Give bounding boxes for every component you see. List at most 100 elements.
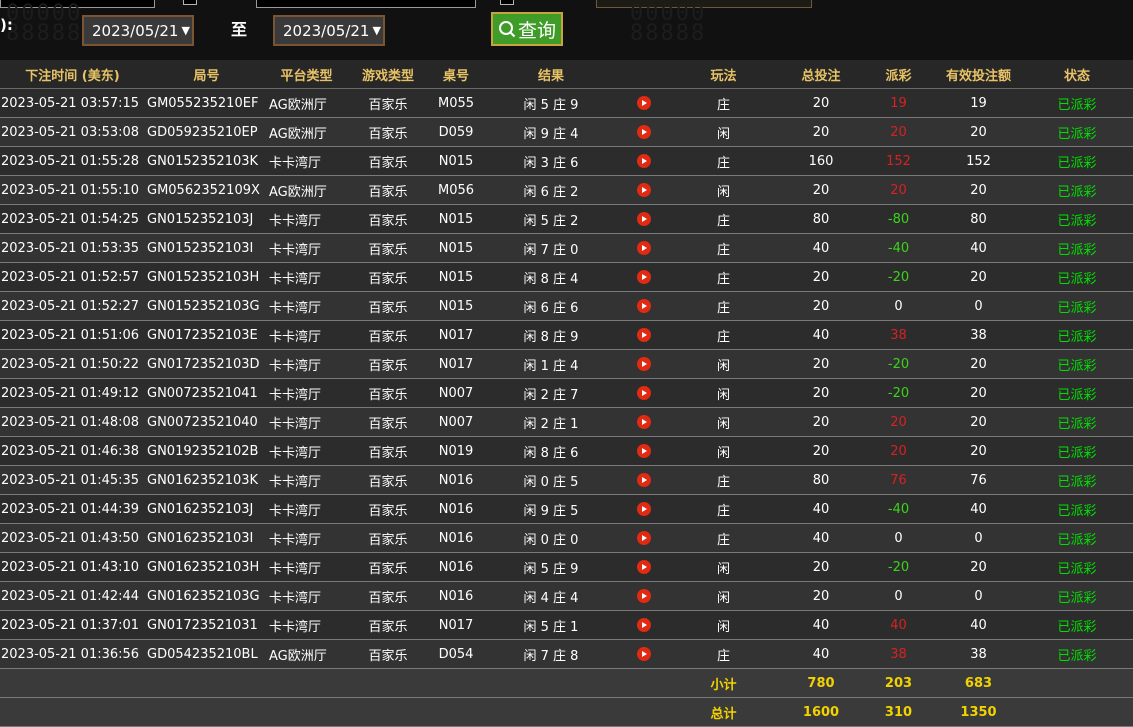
platform-cell: 卡卡湾厅 [268, 146, 345, 176]
total-bet-cell: 80 [781, 465, 861, 495]
bet-time-cell: 2023-05-21 01:55:10 [0, 175, 145, 205]
table-row: 2023-05-21 01:55:28 GN0152352103K 卡卡湾厅 百家乐 N… [0, 146, 1133, 176]
query-button[interactable]: 查询 [491, 12, 563, 46]
replay-cell [621, 494, 666, 524]
play-icon[interactable] [636, 328, 651, 342]
column-header-status[interactable]: 状态 [1021, 60, 1133, 89]
chevron-down-icon: ▼ [181, 24, 190, 37]
table-row: 2023-05-21 01:37:01 GN01723521031 卡卡湾厅 百家乐 N… [0, 610, 1133, 640]
subtotal-valid-bet: 683 [936, 668, 1021, 698]
total-bet-cell: 20 [781, 88, 861, 118]
column-header-result[interactable]: 结果 [481, 60, 621, 89]
payout-cell: 38 [861, 320, 936, 350]
play-icon[interactable] [636, 560, 651, 574]
play-icon[interactable] [636, 299, 651, 313]
round-no-cell: GN0172352103D [145, 349, 268, 379]
play-icon[interactable] [636, 212, 651, 226]
column-header-bet-time[interactable]: 下注时间 (美东) [0, 60, 145, 89]
status-cell: 已派彩 [1021, 581, 1133, 611]
play-icon[interactable] [636, 415, 651, 429]
table-no-cell: N015 [431, 146, 481, 176]
round-no-cell: GN0162352103H [145, 552, 268, 582]
play-icon[interactable] [636, 618, 651, 632]
column-header-table-no[interactable]: 桌号 [431, 60, 481, 89]
replay-cell [621, 262, 666, 292]
valid-bet-cell: 20 [936, 262, 1021, 292]
payout-cell: 20 [861, 436, 936, 466]
game-type-cell: 百家乐 [345, 88, 431, 118]
bet-time-cell: 2023-05-21 01:53:35 [0, 233, 145, 263]
round-no-cell: GN0152352103I [145, 233, 268, 263]
valid-bet-cell: 40 [936, 233, 1021, 263]
total-bet-cell: 160 [781, 146, 861, 176]
platform-cell: 卡卡湾厅 [268, 581, 345, 611]
payout-cell: -20 [861, 262, 936, 292]
start-date-value: 2023/05/21 [92, 21, 179, 40]
filter-checkbox-2[interactable] [500, 0, 514, 5]
status-cell: 已派彩 [1021, 146, 1133, 176]
filter-input-2[interactable] [256, 0, 476, 8]
play-icon[interactable] [636, 531, 651, 545]
column-header-payout[interactable]: 派彩 [861, 60, 936, 89]
column-header-platform[interactable]: 平台类型 [268, 60, 345, 89]
valid-bet-cell: 0 [936, 523, 1021, 553]
status-cell: 已派彩 [1021, 407, 1133, 437]
column-header-round-no[interactable]: 局号 [145, 60, 268, 89]
platform-cell: 卡卡湾厅 [268, 523, 345, 553]
table-no-cell: N016 [431, 552, 481, 582]
filter-checkbox-1[interactable] [183, 0, 197, 5]
play-icon[interactable] [636, 386, 651, 400]
total-bet-cell: 20 [781, 436, 861, 466]
game-type-cell: 百家乐 [345, 639, 431, 669]
play-icon[interactable] [636, 183, 651, 197]
column-header-bet-type[interactable]: 玩法 [666, 60, 781, 89]
valid-bet-cell: 38 [936, 320, 1021, 350]
bet-time-cell: 2023-05-21 01:42:44 [0, 581, 145, 611]
column-header-game-type[interactable]: 游戏类型 [345, 60, 431, 89]
column-header-replay [621, 60, 666, 89]
payout-cell: -40 [861, 233, 936, 263]
table-row: 2023-05-21 01:52:27 GN0152352103G 卡卡湾厅 百家乐 N… [0, 291, 1133, 321]
start-date-picker[interactable]: 2023/05/21 ▼ [82, 15, 194, 46]
play-icon[interactable] [636, 270, 651, 284]
result-cell: 闲 5 庄 9 [481, 88, 621, 118]
play-icon[interactable] [636, 154, 651, 168]
play-icon[interactable] [636, 357, 651, 371]
table-row: 2023-05-21 01:43:10 GN0162352103H 卡卡湾厅 百家乐 N… [0, 552, 1133, 582]
game-type-cell: 百家乐 [345, 175, 431, 205]
play-icon[interactable] [636, 125, 651, 139]
table-no-cell: N016 [431, 523, 481, 553]
bet-time-cell: 2023-05-21 01:48:08 [0, 407, 145, 437]
play-icon[interactable] [636, 502, 651, 516]
bet-type-cell: 闲 [666, 436, 781, 466]
payout-cell: 0 [861, 581, 936, 611]
table-body: 2023-05-21 03:57:15 GM055235210EF AG欧洲厅 百家乐… [0, 88, 1133, 727]
end-date-picker[interactable]: 2023/05/21 ▼ [273, 15, 385, 46]
replay-cell [621, 436, 666, 466]
platform-cell: 卡卡湾厅 [268, 349, 345, 379]
play-icon[interactable] [636, 444, 651, 458]
round-no-cell: GN0152352103G [145, 291, 268, 321]
play-icon[interactable] [636, 96, 651, 110]
bet-time-cell: 2023-05-21 01:43:50 [0, 523, 145, 553]
table-row: 2023-05-21 01:51:06 GN0172352103E 卡卡湾厅 百家乐 N… [0, 320, 1133, 350]
table-no-cell: N019 [431, 436, 481, 466]
bet-type-cell: 庄 [666, 262, 781, 292]
bet-type-cell: 闲 [666, 117, 781, 147]
table-no-cell: N015 [431, 291, 481, 321]
total-bet-cell: 40 [781, 639, 861, 669]
subtotal-total-bet: 780 [781, 668, 861, 698]
play-icon[interactable] [636, 647, 651, 661]
status-cell: 已派彩 [1021, 262, 1133, 292]
round-no-cell: GN0152352103K [145, 146, 268, 176]
play-icon[interactable] [636, 241, 651, 255]
result-cell: 闲 1 庄 4 [481, 349, 621, 379]
play-icon[interactable] [636, 589, 651, 603]
play-icon[interactable] [636, 473, 651, 487]
platform-cell: AG欧洲厅 [268, 639, 345, 669]
bet-time-cell: 2023-05-21 01:36:56 [0, 639, 145, 669]
table-no-cell: N017 [431, 320, 481, 350]
filter-bar: 00000 88888 00000 88888 ): 2023/05/21 ▼ 至 … [0, 0, 1133, 60]
column-header-valid-bet[interactable]: 有效投注额 [936, 60, 1021, 89]
column-header-total-bet[interactable]: 总投注 [781, 60, 861, 89]
